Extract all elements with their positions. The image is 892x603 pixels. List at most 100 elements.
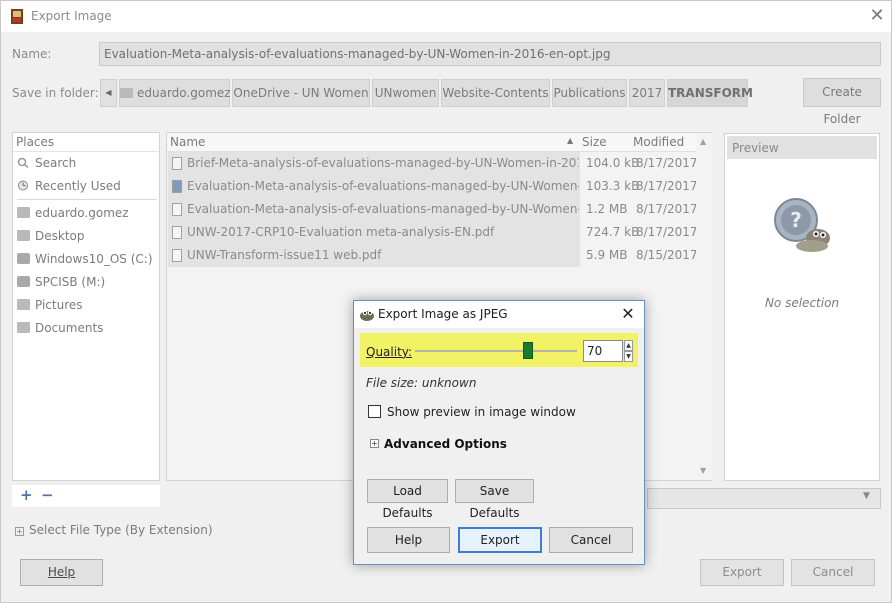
file-modified: 8/17/2017 — [636, 225, 698, 239]
crumb-label: eduardo.gomez — [137, 86, 231, 100]
path-back-button[interactable]: ◀ — [100, 79, 117, 107]
title-bar: Export Image ✕ — [1, 1, 891, 32]
select-file-type-label: Select File Type (By Extension) — [29, 523, 213, 537]
places-actions: + − — [12, 485, 160, 507]
folder-icon — [17, 230, 30, 241]
file-size-text: File size: unknown — [366, 376, 477, 390]
dialog-help-button[interactable]: Help — [367, 527, 450, 553]
crumb-website-contents[interactable]: Website-Contents — [441, 79, 550, 107]
gimp-export-icon — [11, 9, 23, 24]
svg-text:?: ? — [790, 208, 802, 232]
file-name: Evaluation-Meta-analysis-of-evaluations-… — [187, 202, 579, 216]
file-size: 103.3 kB — [586, 179, 640, 193]
show-preview-label[interactable]: Show preview in image window — [387, 405, 576, 419]
crumb-home[interactable]: eduardo.gomez — [119, 79, 231, 107]
quality-slider-handle[interactable] — [523, 342, 534, 359]
file-list-header: Name ▲ Size Modified — [167, 133, 697, 152]
file-row[interactable]: UNW-Transform-issue11 web.pdf — [168, 244, 580, 267]
quality-label: Quality: — [366, 345, 413, 359]
scroll-up-icon[interactable]: ▲ — [700, 137, 706, 146]
place-label: eduardo.gomez — [35, 206, 129, 220]
quality-slider[interactable] — [415, 350, 577, 352]
expand-icon: + — [15, 527, 24, 536]
place-label: SPCISB (M:) — [35, 275, 106, 289]
crumb-2017[interactable]: 2017 — [629, 79, 665, 107]
quality-input[interactable] — [583, 340, 623, 362]
show-preview-checkbox[interactable] — [368, 405, 381, 418]
sort-ascending-icon[interactable]: ▲ — [567, 136, 573, 145]
file-name: Evaluation-Meta-analysis-of-evaluations-… — [187, 179, 579, 193]
dialog-export-button[interactable]: Export — [458, 527, 542, 553]
place-label: Search — [35, 156, 77, 170]
places-divider — [17, 199, 157, 200]
file-modified: 8/17/2017 — [636, 179, 698, 193]
crumb-publications[interactable]: Publications — [552, 79, 627, 107]
file-row[interactable]: UNW-2017-CRP10-Evaluation meta-analysis-… — [168, 221, 580, 244]
place-label: Recently Used — [35, 179, 121, 193]
folder-icon — [17, 299, 30, 310]
load-defaults-button[interactable]: Load Defaults — [367, 479, 448, 520]
file-name-input[interactable] — [99, 42, 881, 66]
place-search[interactable]: Search — [17, 153, 76, 173]
close-icon[interactable]: ✕ — [867, 5, 887, 27]
crumb-unwomen[interactable]: UNwomen — [372, 79, 439, 107]
file-size: 1.2 MB — [586, 202, 628, 216]
save-defaults-button[interactable]: Save Defaults — [455, 479, 534, 520]
search-icon — [17, 157, 29, 168]
drive-icon — [17, 253, 30, 264]
file-name: Brief-Meta-analysis-of-evaluations-manag… — [187, 156, 579, 170]
file-row[interactable]: Evaluation-Meta-analysis-of-evaluations-… — [168, 198, 580, 221]
no-selection-text: No selection — [764, 296, 840, 310]
remove-bookmark-icon[interactable]: − — [41, 486, 54, 504]
export-button[interactable]: Export — [700, 559, 784, 586]
advanced-options-expander[interactable]: Advanced Options — [384, 437, 507, 451]
file-size: 724.7 kB — [586, 225, 640, 239]
place-documents[interactable]: Documents — [17, 318, 103, 338]
quality-increment-icon[interactable]: ▲ — [624, 340, 633, 351]
file-name: UNW-2017-CRP10-Evaluation meta-analysis-… — [187, 225, 495, 239]
place-pictures[interactable]: Pictures — [17, 295, 83, 315]
gimp-wilber-icon — [360, 310, 374, 321]
chevron-down-icon: ▼ — [863, 491, 870, 501]
column-modified-header[interactable]: Modified — [633, 135, 684, 149]
place-label: Desktop — [35, 229, 85, 243]
crumb-onedrive[interactable]: OneDrive - UN Women — [232, 79, 370, 107]
place-label: Pictures — [35, 298, 83, 312]
place-desktop[interactable]: Desktop — [17, 226, 85, 246]
close-icon[interactable]: ✕ — [618, 304, 638, 324]
window-title: Export Image — [31, 9, 112, 23]
name-label: Name: — [12, 47, 52, 61]
place-recently-used[interactable]: Recently Used — [17, 176, 121, 196]
export-jpeg-dialog: Export Image as JPEG ✕ Quality: ▲ ▼ File… — [353, 300, 645, 565]
places-panel: Places Search Recently Used eduardo.gome… — [12, 132, 160, 481]
file-icon — [172, 249, 182, 262]
column-name-header[interactable]: Name — [170, 135, 205, 149]
help-button[interactable]: Help — [20, 559, 103, 586]
clock-icon — [18, 180, 28, 191]
dialog-cancel-button[interactable]: Cancel — [549, 527, 633, 553]
file-icon — [172, 157, 182, 170]
file-list-scrollbar[interactable]: ▲ ▼ — [696, 133, 712, 480]
file-row[interactable]: Brief-Meta-analysis-of-evaluations-manag… — [168, 152, 580, 175]
preview-header: Preview — [727, 136, 877, 159]
column-size-header[interactable]: Size — [582, 135, 607, 149]
place-eduardo-gomez[interactable]: eduardo.gomez — [17, 203, 129, 223]
file-size: 104.0 kB — [586, 156, 640, 170]
cancel-button[interactable]: Cancel — [791, 559, 875, 586]
file-type-combo[interactable]: ▼ — [647, 488, 881, 509]
file-name: UNW-Transform-issue11 web.pdf — [187, 248, 382, 262]
save-in-folder-label: Save in folder: — [12, 86, 99, 100]
scroll-down-icon[interactable]: ▼ — [700, 466, 706, 475]
place-label: Windows10_OS (C:) — [35, 252, 153, 266]
place-spcisb[interactable]: SPCISB (M:) — [17, 272, 105, 292]
places-header[interactable]: Places — [13, 133, 159, 152]
place-windows10-os[interactable]: Windows10_OS (C:) — [17, 249, 153, 269]
quality-row: Quality: ▲ ▼ — [360, 333, 638, 367]
file-row[interactable]: Evaluation-Meta-analysis-of-evaluations-… — [168, 175, 580, 198]
add-bookmark-icon[interactable]: + — [20, 486, 33, 504]
quality-decrement-icon[interactable]: ▼ — [624, 351, 633, 362]
select-file-type-expander[interactable]: + Select File Type (By Extension) — [15, 523, 213, 537]
expand-icon[interactable]: + — [370, 439, 379, 448]
create-folder-button[interactable]: Create Folder — [803, 78, 881, 126]
crumb-transform[interactable]: TRANSFORM — [667, 79, 753, 107]
